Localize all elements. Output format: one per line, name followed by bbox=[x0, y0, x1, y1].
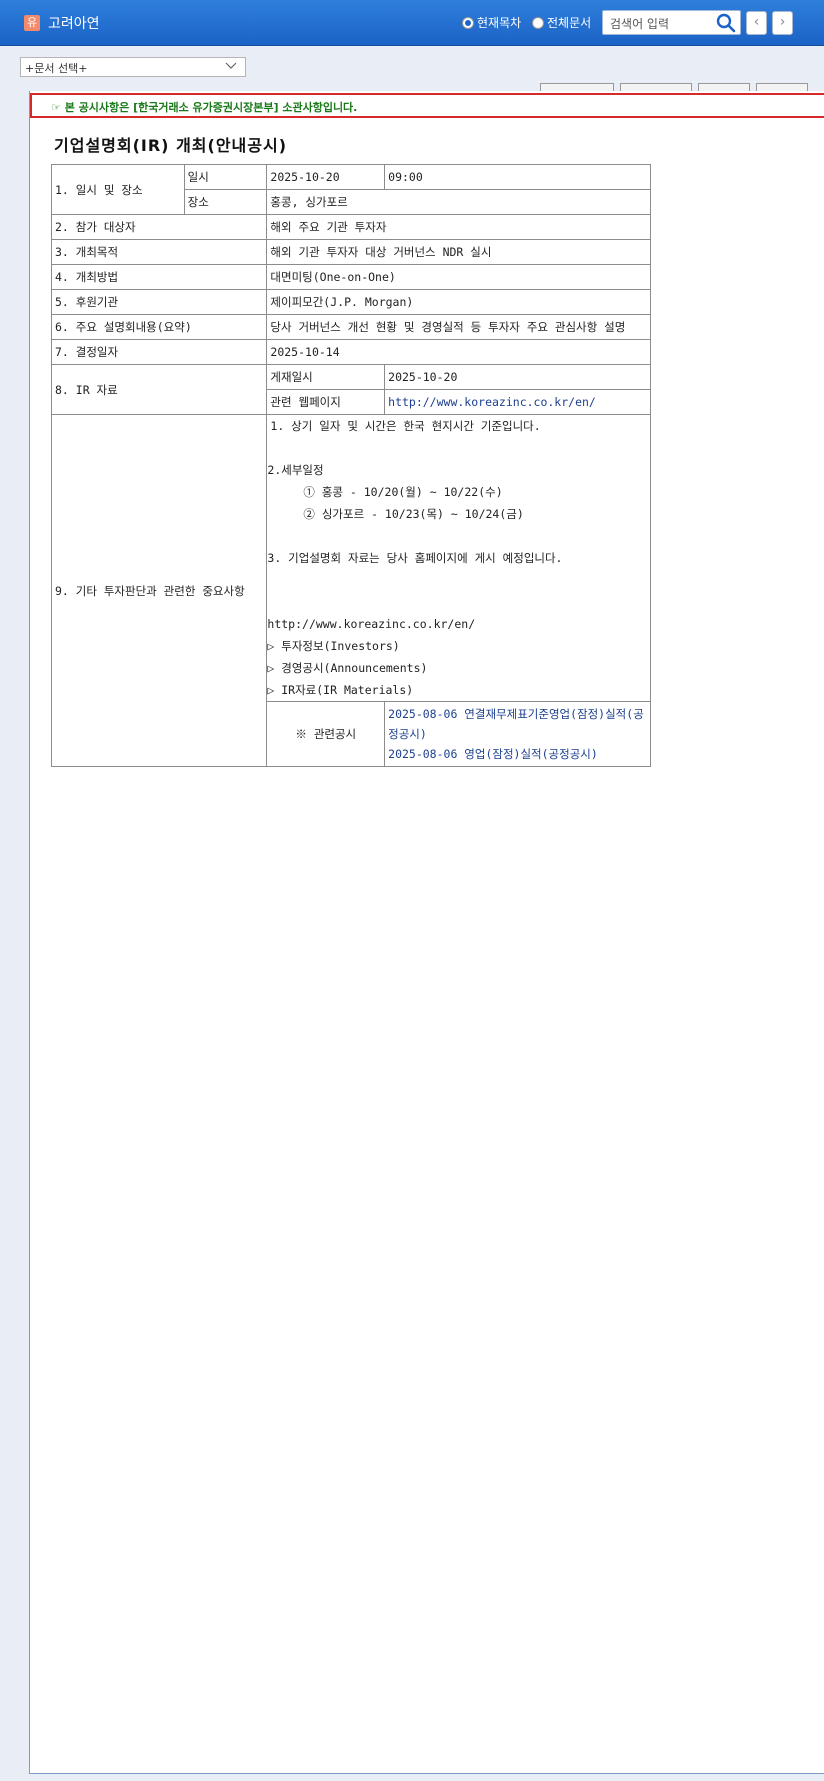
chevron-down-icon bbox=[225, 62, 237, 69]
misc-line: ① 홍콩 - 10/20(월) ~ 10/22(수) bbox=[303, 485, 503, 499]
table-row: 4. 개최방법 대면미팅(One-on-One) bbox=[50, 264, 651, 290]
misc-spacer bbox=[267, 569, 650, 591]
table-row: 2. 참가 대상자 해외 주요 기관 투자자 bbox=[50, 214, 651, 240]
toolbar-tab-stub[interactable] bbox=[698, 83, 750, 91]
document-select[interactable]: +문서 선택+ bbox=[20, 57, 246, 77]
cell-value: 대면미팅(One-on-One) bbox=[266, 264, 651, 290]
cell-value: 홍콩, 싱가포르 bbox=[266, 189, 651, 215]
row-label: 9. 기타 투자판단과 관련한 중요사항 bbox=[50, 414, 268, 767]
top-header-bar: 유 고려아연 현재목차 전체문서 검색어 입력 ‹ › bbox=[0, 0, 824, 46]
sub-label: 관련 웹페이지 bbox=[266, 389, 386, 415]
company-title: 유 고려아연 bbox=[24, 14, 100, 32]
cell-value: 제이피모간(J.P. Morgan) bbox=[266, 289, 651, 315]
related-disclosure-links: 2025-08-06 연결재무제표기준영업(잠정)실적(공정공시) 2025-0… bbox=[384, 701, 651, 767]
misc-spacer bbox=[267, 591, 650, 613]
misc-line: ▷ 투자정보(Investors) bbox=[267, 639, 400, 653]
page-title: 기업설명회(IR) 개최(안내공시) bbox=[54, 136, 288, 155]
document-select-value: +문서 선택+ bbox=[25, 62, 88, 75]
toolbar-tab-stub[interactable] bbox=[620, 83, 692, 91]
misc-line: http://www.koreazinc.co.kr/en/ bbox=[267, 617, 476, 631]
related-disclosure-link[interactable]: 2025-08-06 영업(잠정)실적(공정공시) bbox=[388, 744, 647, 764]
prev-button[interactable]: ‹ bbox=[746, 11, 767, 35]
cell-value: 2025-10-20 bbox=[384, 364, 651, 390]
ir-webpage-link[interactable]: http://www.koreazinc.co.kr/en/ bbox=[388, 395, 596, 409]
cell-value: 당사 거버넌스 개선 현황 및 경영실적 등 투자자 주요 관심사항 설명 bbox=[266, 314, 651, 340]
cell-value: http://www.koreazinc.co.kr/en/ bbox=[384, 389, 651, 415]
table-row: 3. 개최목적 해외 기관 투자자 대상 거버넌스 NDR 실시 bbox=[50, 239, 651, 265]
cell-value: 해외 기관 투자자 대상 거버넌스 NDR 실시 bbox=[266, 239, 651, 265]
radio-unselected-icon[interactable] bbox=[532, 16, 544, 29]
sub-label: 일시 bbox=[183, 164, 268, 190]
search-icon[interactable] bbox=[716, 13, 736, 33]
cell-value: 2025-10-14 bbox=[266, 339, 651, 365]
row-label: 3. 개최목적 bbox=[50, 239, 268, 265]
next-button[interactable]: › bbox=[772, 11, 793, 35]
related-disclosure-link[interactable]: 2025-08-06 연결재무제표기준영업(잠정)실적(공정공시) bbox=[388, 704, 647, 744]
table-row: 9. 기타 투자판단과 관련한 중요사항 1. 상기 일자 및 시간은 한국 현… bbox=[50, 414, 651, 767]
radio-all-label: 전체문서 bbox=[547, 16, 592, 30]
company-badge-icon: 유 bbox=[24, 15, 40, 31]
table-row: 1. 일시 및 장소 일시 2025-10-20 09:00 bbox=[51, 164, 651, 215]
misc-line: 3. 기업설명회 자료는 당사 홈페이지에 게시 예정입니다. bbox=[267, 551, 563, 565]
row-label: 1. 일시 및 장소 bbox=[51, 164, 185, 215]
misc-line: ▷ 경영공시(Announcements) bbox=[267, 661, 428, 675]
misc-spacer bbox=[267, 437, 650, 459]
row-label: 6. 주요 설명회내용(요약) bbox=[50, 314, 268, 340]
table-row: 6. 주요 설명회내용(요약) 당사 거버넌스 개선 현황 및 경영실적 등 투… bbox=[50, 314, 651, 340]
radio-current-toc[interactable]: 현재목차 bbox=[462, 14, 521, 31]
jurisdiction-notice: ☞ 본 공시사항은 [한국거래소 유가증권시장본부] 소관사항입니다. bbox=[30, 93, 824, 118]
radio-current-label: 현재목차 bbox=[477, 16, 522, 30]
disclosure-table: 1. 일시 및 장소 일시 2025-10-20 09:00 장소 홍콩, 싱가… bbox=[50, 164, 651, 767]
radio-selected-icon[interactable] bbox=[462, 16, 474, 29]
misc-line: 1. 상기 일자 및 시간은 한국 현지시간 기준입니다. bbox=[270, 419, 541, 433]
table-row: 7. 결정일자 2025-10-14 bbox=[50, 339, 651, 365]
related-disclosure-label: ※ 관련공시 bbox=[266, 701, 386, 767]
misc-line: ② 싱가포르 - 10/23(목) ~ 10/24(금) bbox=[303, 507, 524, 521]
cell-value: 2025-10-20 bbox=[266, 164, 386, 190]
table-row: 5. 후원기관 제이피모간(J.P. Morgan) bbox=[50, 289, 651, 315]
radio-all-docs[interactable]: 전체문서 bbox=[532, 14, 591, 31]
cell-value: 09:00 bbox=[384, 164, 651, 190]
table-row: 8. IR 자료 게재일시 2025-10-20 bbox=[50, 364, 651, 415]
toolbar-tab-stubs bbox=[540, 83, 814, 91]
misc-spacer bbox=[267, 525, 650, 547]
cell-value: 해외 주요 기관 투자자 bbox=[266, 214, 651, 240]
sub-label: 게재일시 bbox=[266, 364, 386, 390]
row-label: 5. 후원기관 bbox=[50, 289, 268, 315]
sub-label: 장소 bbox=[183, 189, 268, 215]
misc-line: ▷ IR자료(IR Materials) bbox=[267, 683, 414, 697]
row-label: 8. IR 자료 bbox=[50, 364, 268, 415]
company-name: 고려아연 bbox=[48, 16, 100, 32]
misc-details-cell: 1. 상기 일자 및 시간은 한국 현지시간 기준입니다. 2.세부일정 ① 홍… bbox=[266, 414, 651, 702]
toolbar-tab-stub[interactable] bbox=[540, 83, 614, 91]
row-label: 2. 참가 대상자 bbox=[50, 214, 268, 240]
toolbar-tab-stub[interactable] bbox=[756, 83, 808, 91]
row-label: 7. 결정일자 bbox=[50, 339, 268, 365]
misc-line: 2.세부일정 bbox=[267, 463, 324, 477]
row-label: 4. 개최방법 bbox=[50, 264, 268, 290]
